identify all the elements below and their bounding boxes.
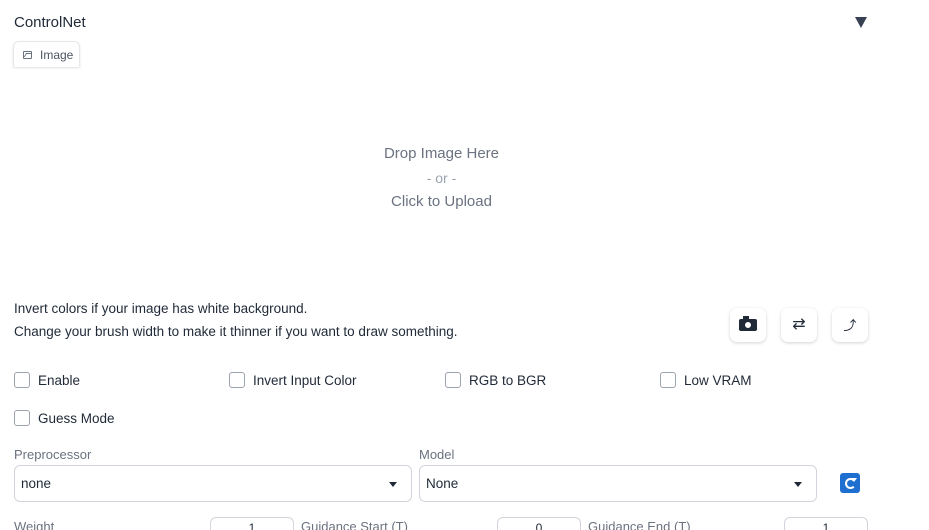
model-select[interactable]: None [419, 465, 817, 502]
enable-checkbox-box[interactable] [14, 372, 30, 388]
rgb-to-bgr-label: RGB to BGR [469, 372, 547, 388]
refresh-icon [844, 477, 857, 489]
guidance-start-input[interactable]: 0 [497, 517, 581, 530]
click-to-upload-text: Click to Upload [391, 193, 492, 210]
controlnet-header[interactable]: ControlNet [14, 14, 869, 34]
swap-button[interactable]: ⇄ [781, 308, 817, 342]
webcam-button[interactable] [730, 308, 766, 342]
invert-input-color-checkbox[interactable]: Invert Input Color [229, 370, 357, 390]
preprocessor-select[interactable]: none [14, 465, 412, 502]
enable-checkbox[interactable]: Enable [14, 370, 80, 390]
triangle-down-icon[interactable] [855, 17, 867, 28]
invert-input-color-box[interactable] [229, 372, 245, 388]
invert-hint: Invert colors if your image has white ba… [14, 301, 308, 316]
low-vram-label: Low VRAM [684, 372, 752, 388]
rgb-to-bgr-box[interactable] [445, 372, 461, 388]
panel-title: ControlNet [14, 14, 86, 31]
chevron-down-icon [389, 482, 397, 487]
image-upload-dropzone[interactable]: Drop Image Here - or - Click to Upload [14, 68, 869, 288]
preprocessor-value: none [21, 476, 52, 491]
refresh-models-button[interactable] [840, 473, 860, 493]
drop-image-text: Drop Image Here [383, 145, 500, 162]
weight-input[interactable]: 1 [210, 517, 294, 530]
image-icon [23, 50, 32, 59]
tab-image[interactable]: Image [13, 41, 80, 67]
camera-icon [739, 316, 757, 331]
guess-mode-label: Guess Mode [38, 410, 115, 426]
brush-hint: Change your brush width to make it thinn… [14, 324, 458, 339]
send-dimensions-button[interactable]: ⤴ [832, 308, 868, 342]
guess-mode-checkbox[interactable]: Guess Mode [14, 408, 115, 428]
or-text: - or - [426, 170, 457, 186]
guess-mode-box[interactable] [14, 410, 30, 426]
tab-image-label: Image [40, 47, 74, 62]
guidance-start-label: Guidance Start (T) [301, 519, 408, 530]
weight-label: Weight [14, 519, 55, 530]
chevron-down-icon [794, 482, 802, 487]
model-label: Model [419, 447, 455, 462]
enable-label: Enable [38, 372, 81, 388]
corner-arrow-icon: ⤴ [843, 317, 857, 333]
model-value: None [426, 476, 459, 491]
low-vram-box[interactable] [660, 372, 676, 388]
preprocessor-label: Preprocessor [14, 447, 92, 462]
rgb-to-bgr-checkbox[interactable]: RGB to BGR [445, 370, 546, 390]
guidance-end-label: Guidance End (T) [588, 519, 691, 530]
checkbox-row-options: Enable Invert Input Color RGB to BGR Low… [14, 370, 874, 390]
low-vram-checkbox[interactable]: Low VRAM [660, 370, 752, 390]
guidance-end-input[interactable]: 1 [784, 517, 868, 530]
checkbox-row-guess: Guess Mode [14, 408, 874, 428]
swap-arrows-icon: ⇄ [792, 316, 806, 333]
invert-input-color-label: Invert Input Color [253, 372, 357, 388]
